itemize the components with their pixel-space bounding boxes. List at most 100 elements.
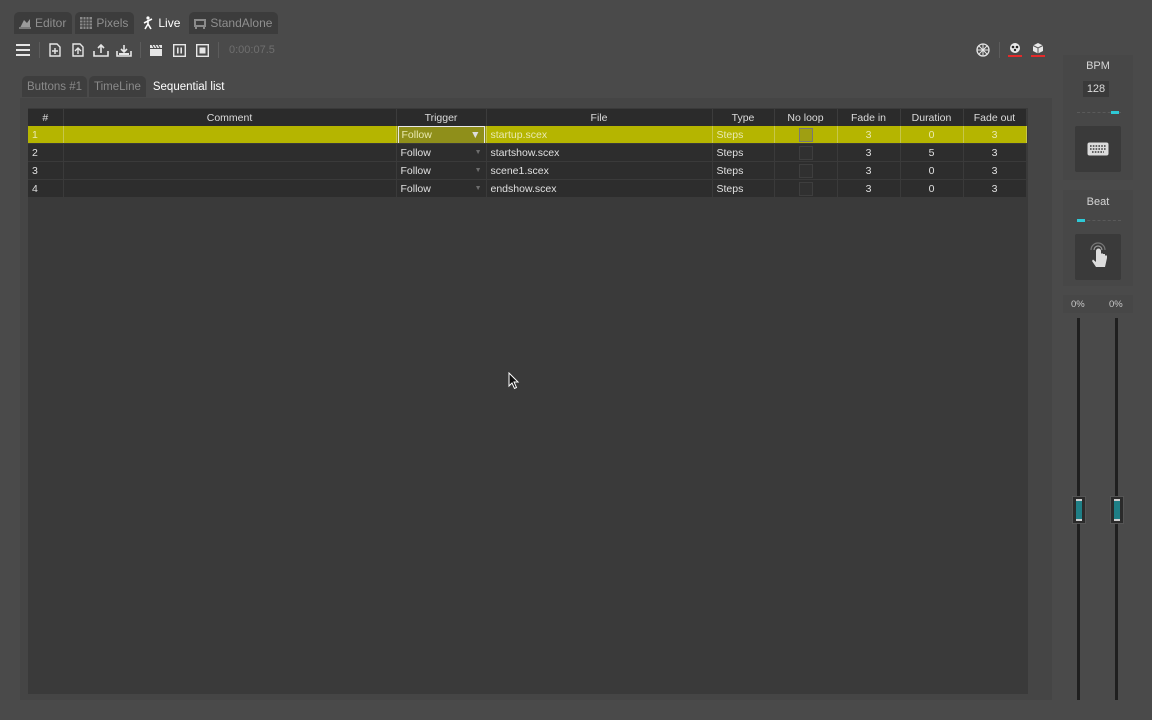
export-icon — [93, 43, 109, 57]
column-header[interactable]: Fade out — [963, 109, 1027, 126]
fade-out-cell[interactable]: 3 — [963, 161, 1027, 180]
column-header[interactable]: Trigger — [396, 109, 487, 126]
stop-button[interactable] — [193, 41, 211, 59]
fade-out-cell[interactable]: 3 — [963, 126, 1027, 144]
import-button[interactable] — [115, 41, 133, 59]
trigger-select[interactable]: Follow ▼ — [396, 143, 487, 162]
column-header[interactable]: File — [486, 109, 713, 126]
chevron-down-icon: ▼ — [474, 185, 482, 192]
pause-button[interactable] — [170, 41, 188, 59]
column-header[interactable]: Fade in — [837, 109, 901, 126]
tap-keyboard-button[interactable] — [1075, 126, 1121, 172]
trigger-select[interactable]: Follow ▼ — [396, 126, 487, 144]
row-number: 2 — [28, 143, 64, 162]
fade-in-cell[interactable]: 3 — [837, 126, 901, 144]
vertical-scrollbar[interactable] — [1028, 108, 1043, 694]
duration-cell[interactable]: 0 — [900, 161, 964, 180]
fader-right-handle[interactable] — [1110, 496, 1124, 524]
sub-tab-bar: Buttons #1 TimeLine Sequential list — [22, 76, 230, 98]
tap-hand-icon — [1090, 242, 1107, 267]
clapper-icon — [150, 44, 162, 56]
open-file-icon — [72, 43, 84, 57]
row-number: 4 — [28, 179, 64, 198]
no-loop-checkbox[interactable] — [774, 126, 838, 144]
column-header[interactable]: No loop — [774, 109, 838, 126]
trigger-value: Follow — [400, 146, 431, 159]
type-cell[interactable]: Steps — [712, 179, 775, 198]
duration-cell[interactable]: 5 — [900, 143, 964, 162]
menu-button[interactable] — [14, 41, 32, 59]
tab-editor[interactable]: Editor — [14, 12, 73, 34]
table-row[interactable]: 2 Follow ▼ startshow.scex Steps 3 5 3 — [28, 143, 1027, 162]
open-file-button[interactable] — [69, 41, 87, 59]
file-cell[interactable]: endshow.scex — [486, 179, 713, 198]
file-cell[interactable]: scene1.scex — [486, 161, 713, 180]
chevron-down-icon: ▼ — [474, 167, 482, 174]
tab-standalone[interactable]: StandAlone — [189, 12, 279, 34]
new-file-icon — [49, 43, 61, 57]
network-button[interactable] — [974, 41, 992, 59]
table-row[interactable]: 3 Follow ▼ scene1.scex Steps 3 0 3 — [28, 161, 1027, 180]
tab-buttons-1[interactable]: Buttons #1 — [22, 76, 87, 97]
beat-panel: Beat — [1063, 190, 1133, 286]
bpm-value[interactable]: 128 — [1083, 81, 1109, 97]
comment-cell[interactable] — [63, 179, 397, 198]
trigger-select[interactable]: Follow ▼ — [396, 179, 487, 198]
type-cell[interactable]: Steps — [712, 143, 775, 162]
tab-standalone-label: StandAlone — [210, 16, 273, 30]
file-cell[interactable]: startshow.scex — [486, 143, 713, 162]
fade-out-cell[interactable]: 3 — [963, 179, 1027, 198]
chevron-down-icon: ▼ — [474, 149, 482, 156]
tab-timeline[interactable]: TimeLine — [88, 76, 146, 97]
mouse-cursor-icon — [508, 372, 520, 390]
no-loop-checkbox[interactable] — [774, 161, 838, 180]
duration-cell[interactable]: 0 — [900, 126, 964, 144]
device-cube-icon — [1031, 43, 1045, 57]
tap-beat-button[interactable] — [1075, 234, 1121, 280]
export-button[interactable] — [92, 41, 110, 59]
import-icon — [116, 45, 132, 57]
fade-in-cell[interactable]: 3 — [837, 143, 901, 162]
type-cell[interactable]: Steps — [712, 161, 775, 180]
type-cell[interactable]: Steps — [712, 126, 775, 144]
fader-left-value: 0% — [1071, 299, 1085, 310]
tab-live[interactable]: Live — [137, 12, 187, 34]
row-number: 3 — [28, 161, 64, 180]
toolbar: 0:00:07.5 — [14, 40, 1052, 60]
row-number: 1 — [28, 126, 64, 144]
fade-in-cell[interactable]: 3 — [837, 179, 901, 198]
sequential-table: # Comment Trigger File Type No loop Fade… — [28, 109, 1027, 198]
new-file-button[interactable] — [46, 41, 64, 59]
duration-cell[interactable]: 0 — [900, 179, 964, 198]
file-cell[interactable]: startup.scex — [486, 126, 713, 144]
tab-pixels[interactable]: Pixels — [75, 12, 135, 34]
editor-icon — [19, 19, 31, 29]
table-row[interactable]: 4 Follow ▼ endshow.scex Steps 3 0 3 — [28, 179, 1027, 198]
column-header[interactable]: Type — [712, 109, 775, 126]
column-header[interactable]: # — [28, 109, 64, 126]
column-header[interactable]: Duration — [900, 109, 964, 126]
fader-left-handle[interactable] — [1072, 496, 1086, 524]
comment-cell[interactable] — [63, 143, 397, 162]
toolbar-divider — [218, 42, 219, 58]
toolbar-right — [974, 40, 1052, 60]
comment-cell[interactable] — [63, 161, 397, 180]
playback-timer: 0:00:07.5 — [229, 44, 275, 56]
chevron-down-icon: ▼ — [470, 128, 481, 141]
tab-sequential-list[interactable]: Sequential list — [147, 76, 230, 97]
no-loop-checkbox[interactable] — [774, 179, 838, 198]
toolbar-divider — [999, 42, 1000, 58]
device-red-button[interactable] — [1006, 41, 1024, 59]
no-loop-checkbox[interactable] — [774, 143, 838, 162]
trigger-select[interactable]: Follow ▼ — [396, 161, 487, 180]
clapper-button[interactable] — [147, 41, 165, 59]
column-header[interactable]: Comment — [63, 109, 397, 126]
comment-cell[interactable] — [63, 126, 397, 144]
trigger-value: Follow — [400, 164, 431, 177]
device-cube-button[interactable] — [1029, 41, 1047, 59]
fade-out-cell[interactable]: 3 — [963, 143, 1027, 162]
fade-in-cell[interactable]: 3 — [837, 161, 901, 180]
network-icon — [976, 43, 990, 57]
tab-live-label: Live — [158, 16, 181, 30]
table-row[interactable]: 1 Follow ▼ startup.scex Steps 3 0 3 — [28, 126, 1027, 144]
